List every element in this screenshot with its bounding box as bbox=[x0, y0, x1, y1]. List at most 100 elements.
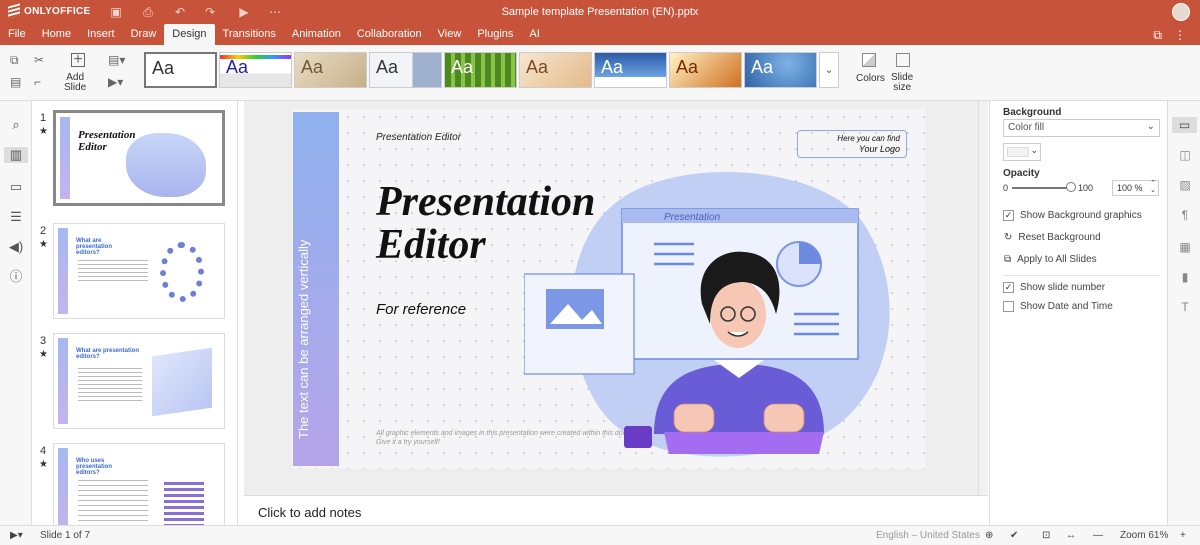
chat-icon[interactable]: ☰ bbox=[8, 209, 24, 225]
colors-button[interactable]: Colors bbox=[856, 73, 885, 84]
user-avatar[interactable] bbox=[1172, 3, 1190, 21]
theme-official[interactable]: Aa bbox=[294, 52, 367, 88]
cut-icon[interactable]: ✂ bbox=[34, 53, 44, 67]
menu-animation[interactable]: Animation bbox=[284, 24, 349, 45]
checkbox-label: Show slide number bbox=[1020, 282, 1106, 293]
vertical-text[interactable]: The text can be arranged vertically bbox=[296, 109, 311, 439]
theme-more-button[interactable]: ⌄ bbox=[819, 52, 839, 88]
play-icon[interactable]: ▶ bbox=[237, 5, 251, 19]
theme-blank[interactable]: Aa bbox=[144, 52, 217, 88]
slideshow-play-icon[interactable]: ▶▾ bbox=[10, 530, 23, 541]
format-painter-icon[interactable]: ⌐ bbox=[34, 75, 41, 89]
theme-green-leaf[interactable]: Aa bbox=[369, 52, 442, 88]
slide-thumbnail-1[interactable]: Presentation Editor bbox=[53, 110, 225, 206]
colors-icon[interactable] bbox=[862, 53, 876, 67]
image-settings-icon[interactable]: ▨ bbox=[1177, 177, 1193, 193]
show-date-time-checkbox[interactable]: Show Date and Time bbox=[1003, 301, 1113, 312]
chevron-down-icon: ⌄ bbox=[824, 64, 834, 76]
menu-collaboration[interactable]: Collaboration bbox=[349, 24, 430, 45]
slide-thumbnail-4[interactable]: Who uses presentation editors? bbox=[53, 443, 225, 525]
menu-file[interactable]: File bbox=[0, 24, 34, 45]
menu-view[interactable]: View bbox=[430, 24, 470, 45]
user-menu-icon[interactable]: ⋮ bbox=[1174, 28, 1186, 43]
change-layout-icon[interactable]: ▶▾ bbox=[108, 75, 123, 89]
fit-width-icon[interactable]: ↔ bbox=[1066, 530, 1076, 541]
slide-size-icon[interactable] bbox=[896, 53, 910, 67]
reset-background-button[interactable]: ↻ Reset Background bbox=[1004, 232, 1101, 243]
open-location-icon[interactable]: ⧉ bbox=[1153, 28, 1162, 43]
copy-icon[interactable]: ⧉ bbox=[10, 53, 19, 68]
menu-ai[interactable]: AI bbox=[521, 24, 547, 45]
slide-thumbnail-2[interactable]: What are presentation editors? bbox=[53, 223, 225, 319]
theme-sunset[interactable]: Aa bbox=[669, 52, 742, 88]
zoom-in-button[interactable]: + bbox=[1180, 530, 1186, 541]
theme-classic[interactable]: Aa bbox=[219, 52, 292, 88]
shape-settings-icon[interactable]: ◫ bbox=[1177, 147, 1193, 163]
paragraph-settings-icon[interactable]: ¶ bbox=[1177, 207, 1193, 223]
theme-label: Aa bbox=[601, 57, 624, 77]
paste-icon[interactable]: ▤ bbox=[10, 75, 21, 89]
logo-caption: Here you can find bbox=[837, 134, 900, 143]
opacity-slider-handle[interactable] bbox=[1066, 182, 1076, 192]
spellcheck-icon[interactable]: ✔ bbox=[1010, 530, 1018, 541]
theme-gallery: Aa Aa Aa Aa Aa Aa Aa Aa Aa ⌄ bbox=[144, 52, 839, 92]
language-icon[interactable]: ⊕ bbox=[985, 530, 993, 541]
logo-placeholder[interactable]: Here you can find Your Logo bbox=[797, 130, 907, 158]
slide-settings-icon[interactable]: ▭ bbox=[1172, 117, 1197, 133]
opacity-slider[interactable] bbox=[1012, 182, 1076, 192]
text-art-settings-icon[interactable]: T bbox=[1177, 299, 1193, 315]
chart-settings-icon[interactable]: ▮ bbox=[1177, 269, 1193, 285]
color-picker[interactable]: ⌄ bbox=[1003, 143, 1041, 161]
slide-size-button[interactable]: Slide size bbox=[891, 73, 913, 93]
menu-insert[interactable]: Insert bbox=[79, 24, 123, 45]
more-icon[interactable]: ⋯ bbox=[268, 5, 282, 19]
slide-thumbnail-3[interactable]: What are presentation editors? bbox=[53, 333, 225, 429]
show-slide-number-checkbox[interactable]: ✓ Show slide number bbox=[1003, 282, 1105, 293]
language-selector[interactable]: English – United States bbox=[876, 530, 980, 541]
notes-area[interactable]: Click to add notes bbox=[244, 495, 988, 525]
theme-dots[interactable]: Aa bbox=[744, 52, 817, 88]
star-icon: ★ bbox=[39, 126, 48, 137]
add-slide-icon[interactable]: + bbox=[71, 52, 85, 68]
redo-icon[interactable]: ↷ bbox=[203, 5, 217, 19]
slide-layout-icon[interactable]: ▤▾ bbox=[108, 53, 125, 67]
chevron-down-icon: ⌄ bbox=[1146, 121, 1155, 132]
undo-icon[interactable]: ↶ bbox=[173, 5, 187, 19]
slides-icon[interactable]: ▥ bbox=[4, 147, 28, 163]
slide-1[interactable]: The text can be arranged vertically Pres… bbox=[292, 109, 926, 469]
add-slide-button[interactable]: Add Slide bbox=[64, 73, 86, 93]
slide-subtitle[interactable]: For reference bbox=[376, 301, 466, 318]
search-icon[interactable]: ⌕ bbox=[8, 117, 24, 133]
theme-lines[interactable]: Aa bbox=[444, 52, 517, 88]
about-icon[interactable]: ⓘ bbox=[8, 269, 24, 285]
background-label: Background bbox=[1003, 107, 1062, 118]
editor-illustration[interactable]: Presentation bbox=[524, 164, 904, 469]
theme-pastel[interactable]: Aa bbox=[519, 52, 592, 88]
table-settings-icon[interactable]: ▦ bbox=[1177, 239, 1193, 255]
fill-type-select[interactable]: Color fill ⌄ bbox=[1003, 119, 1160, 137]
divider bbox=[1003, 275, 1160, 276]
menu-design[interactable]: Design bbox=[164, 24, 215, 45]
zoom-out-button[interactable]: — bbox=[1093, 530, 1103, 541]
save-icon[interactable]: ▣ bbox=[109, 5, 123, 19]
speaker-icon[interactable]: ◀) bbox=[8, 239, 24, 255]
fit-slide-icon[interactable]: ⊡ bbox=[1042, 530, 1050, 541]
menu-transitions[interactable]: Transitions bbox=[215, 24, 284, 45]
slide-small-title[interactable]: Presentation Editor bbox=[376, 132, 461, 143]
apply-to-all-slides-button[interactable]: ⧉ Apply to All Slides bbox=[1004, 254, 1097, 265]
theme-blue[interactable]: Aa bbox=[594, 52, 667, 88]
star-icon: ★ bbox=[39, 459, 48, 470]
star-icon: ★ bbox=[39, 349, 48, 360]
menu-draw[interactable]: Draw bbox=[123, 24, 165, 45]
apply-all-icon: ⧉ bbox=[1004, 254, 1012, 265]
opacity-input[interactable]: 100 % ⌃ ⌄ bbox=[1112, 180, 1159, 196]
star-icon: ★ bbox=[39, 239, 48, 250]
menu-plugins[interactable]: Plugins bbox=[469, 24, 521, 45]
print-icon[interactable]: ⎙ bbox=[141, 5, 155, 19]
status-bar: ▶▾ Slide 1 of 7 English – United States … bbox=[0, 525, 1200, 545]
menu-home[interactable]: Home bbox=[34, 24, 79, 45]
vertical-scrollbar[interactable] bbox=[978, 101, 988, 495]
comments-icon[interactable]: ▭ bbox=[8, 179, 24, 195]
thumbnail-number: 4 bbox=[40, 445, 47, 457]
show-bg-graphics-checkbox[interactable]: ✓ Show Background graphics bbox=[1003, 210, 1142, 221]
